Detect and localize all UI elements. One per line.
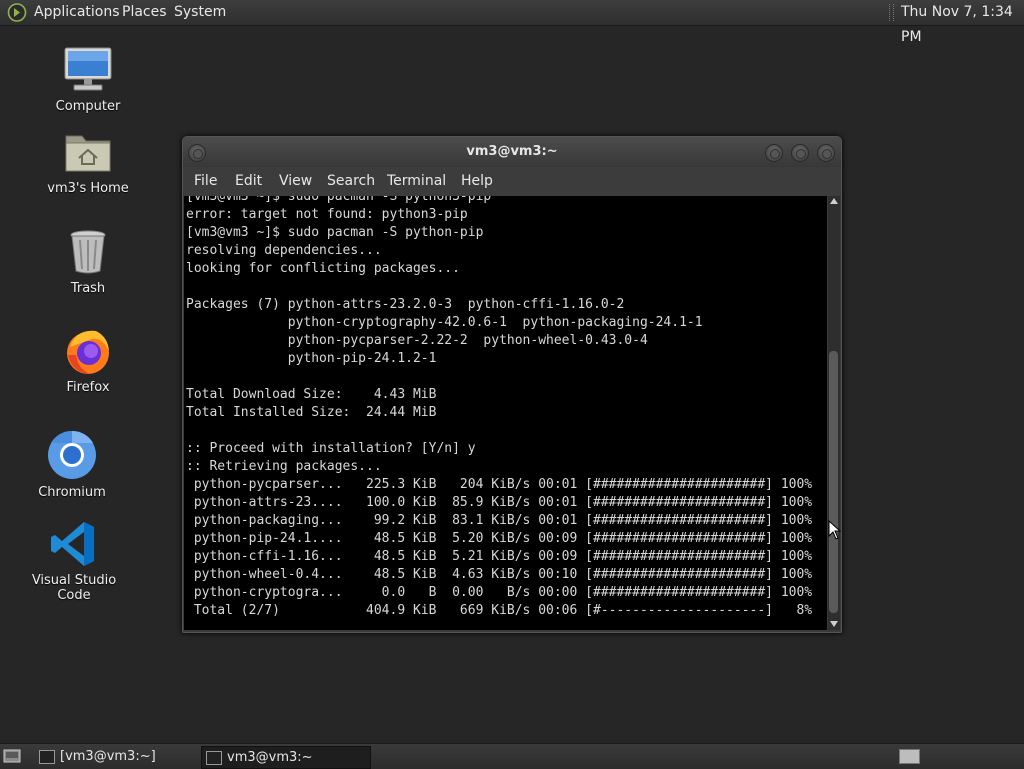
applications-logo-icon[interactable] (7, 3, 27, 22)
firefox-icon (62, 325, 114, 377)
terminal-output[interactable]: [vm3@vm3 ~]$ sudo pacman -S python3-pip … (184, 196, 827, 630)
minimize-button[interactable] (765, 144, 783, 162)
close-button[interactable] (817, 144, 835, 162)
scroll-down-arrow-icon[interactable] (830, 621, 838, 627)
desktop-icon-label: Visual Studio Code (31, 573, 117, 603)
taskbar-item-label: vm3@vm3:~ (227, 750, 313, 765)
desktop-icon-label: Chromium (38, 485, 106, 500)
bottom-panel: [vm3@vm3:~] vm3@vm3:~ (0, 743, 1024, 769)
home-folder-icon (62, 126, 114, 178)
trash-icon (62, 226, 114, 278)
menu-edit[interactable]: Edit (235, 167, 262, 196)
desktop-icon-vscode[interactable]: Visual Studio Code (14, 518, 134, 603)
menu-search[interactable]: Search (327, 167, 375, 196)
desktop-icon-chromium[interactable]: Chromium (12, 430, 132, 500)
maximize-button[interactable] (791, 144, 809, 162)
top-panel: Applications Places System Thu Nov 7, 1:… (0, 0, 1024, 45)
window-title: vm3@vm3:~ (466, 144, 558, 159)
terminal-window[interactable]: vm3@vm3:~ File Edit View Search Terminal… (182, 136, 842, 633)
desktop-icon-label: Firefox (66, 380, 110, 395)
desktop-icon-firefox[interactable]: Firefox (28, 325, 148, 395)
terminal-scrollbar[interactable] (828, 196, 840, 630)
window-titlebar[interactable]: vm3@vm3:~ (183, 137, 841, 167)
taskbar-item-active[interactable]: vm3@vm3:~ (201, 746, 371, 769)
chromium-icon (46, 430, 98, 482)
desktop-icon-computer[interactable]: Computer (28, 44, 148, 114)
applications-menu[interactable]: Applications (34, 0, 120, 25)
clock[interactable]: Thu Nov 7, 1:34 PM (901, 0, 1024, 45)
scroll-up-arrow-icon[interactable] (830, 198, 838, 204)
terminal-text: [vm3@vm3 ~]$ sudo pacman -S python3-pip … (186, 196, 813, 618)
menu-file[interactable]: File (194, 167, 217, 196)
scrollbar-thumb[interactable] (829, 351, 838, 613)
vscode-icon (48, 518, 100, 570)
mouse-pointer-icon (828, 520, 842, 540)
terminal-icon (39, 750, 55, 764)
taskbar-item-label: [vm3@vm3:~] (60, 749, 156, 764)
terminal-icon (206, 751, 222, 765)
taskbar-item[interactable]: [vm3@vm3:~] (35, 746, 195, 767)
computer-icon (62, 44, 114, 96)
desktop-icon-label: vm3's Home (47, 181, 129, 196)
desktop-icon-trash[interactable]: Trash (28, 226, 148, 296)
desktop-icon-label: Computer (55, 99, 121, 114)
menu-help[interactable]: Help (461, 167, 493, 196)
menu-terminal[interactable]: Terminal (387, 167, 446, 196)
workspace-switcher[interactable] (899, 749, 920, 764)
menu-bar: File Edit View Search Terminal Help (183, 167, 841, 196)
panel-separator (889, 4, 894, 21)
desktop-icon-label: Trash (70, 281, 106, 296)
system-menu[interactable]: System (174, 0, 226, 25)
menu-view[interactable]: View (279, 167, 312, 196)
show-desktop-icon[interactable] (3, 748, 21, 764)
places-menu[interactable]: Places (122, 0, 167, 25)
desktop-icon-home[interactable]: vm3's Home (28, 126, 148, 196)
